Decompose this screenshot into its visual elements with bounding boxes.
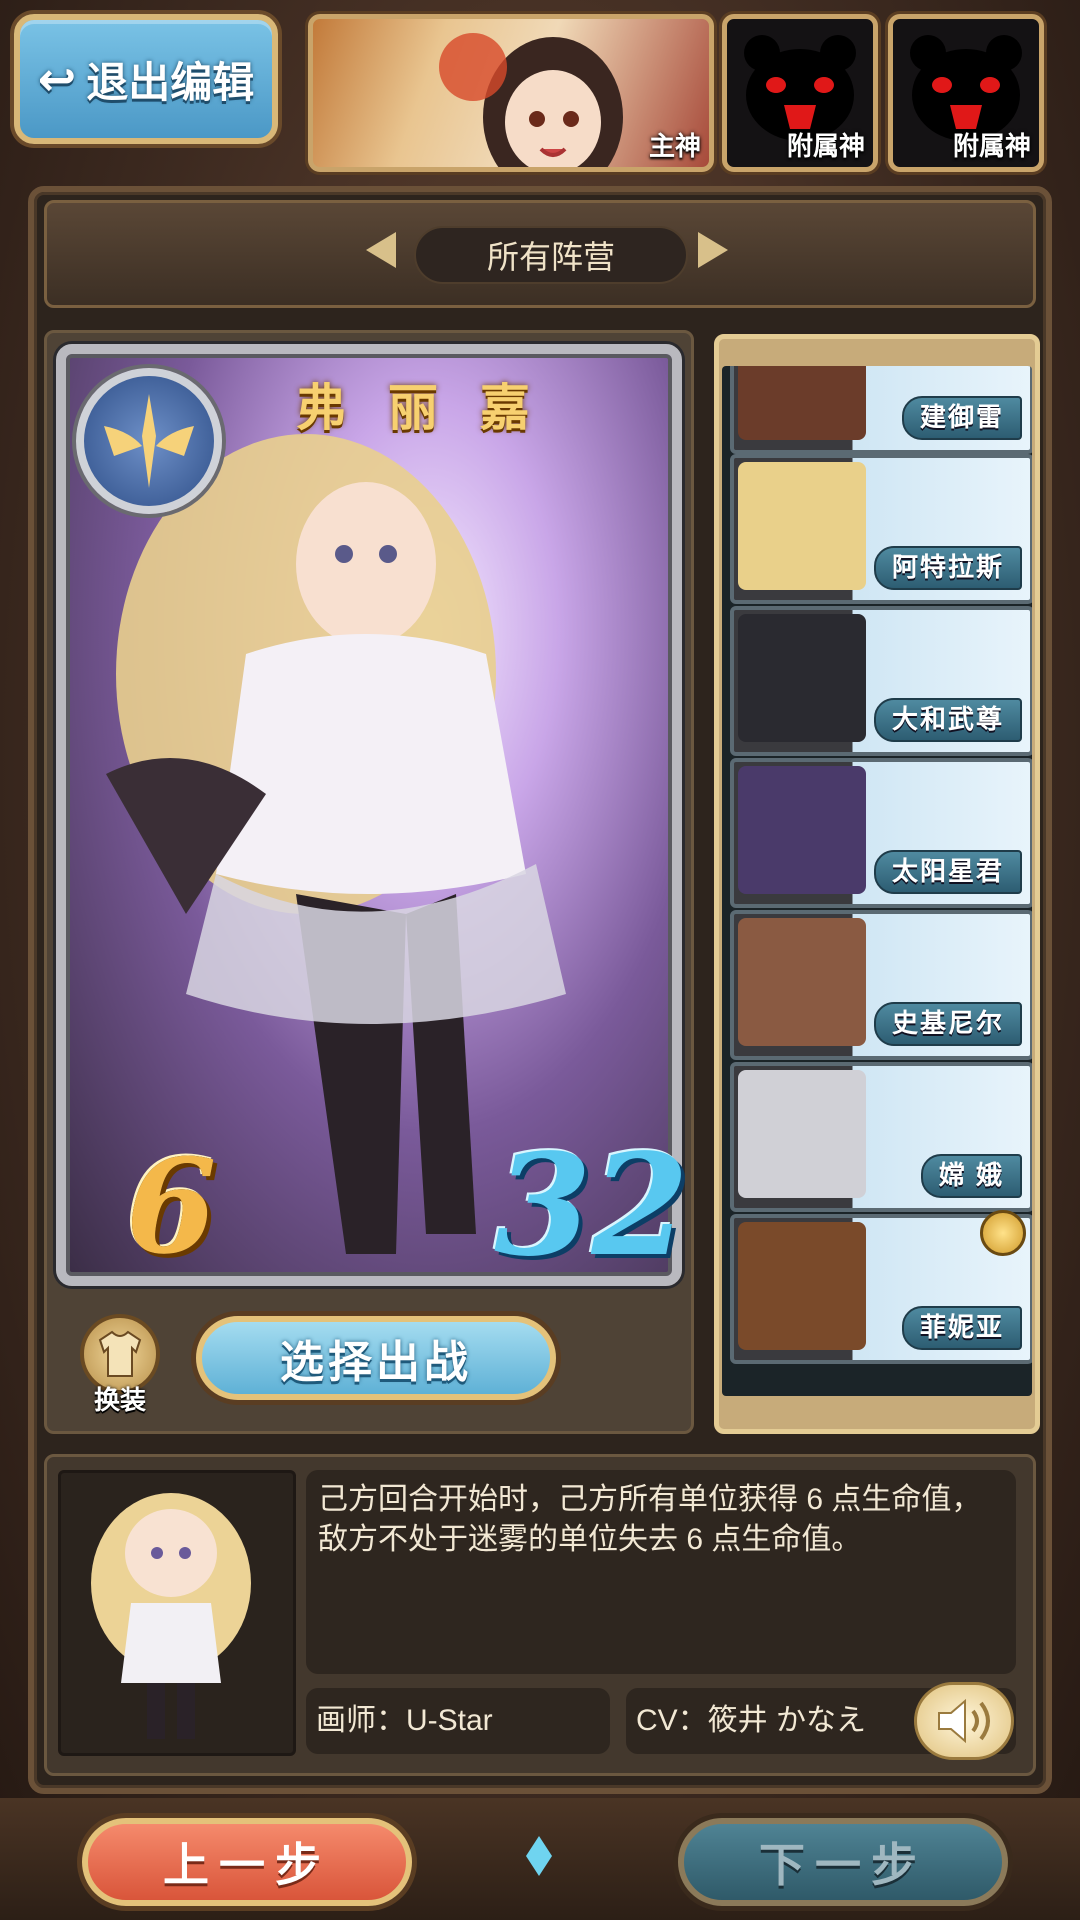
exit-edit-button[interactable]: ↩ 退出编辑 [14,14,278,144]
prev-step-button[interactable]: 上一步 [82,1818,412,1906]
sub-god-label-1: 附属神 [786,131,865,161]
select-battle-button[interactable]: 选择出战 [196,1316,556,1400]
hero-hp: 32 [494,1124,689,1288]
next-step-button[interactable]: 下一步 [678,1818,1008,1906]
list-item[interactable]: 大和武尊 [730,606,1032,756]
chibi-avatar [58,1470,296,1756]
speaker-icon[interactable] [914,1682,1014,1760]
hero-portrait [738,366,866,440]
list-item[interactable]: 史基尼尔 [730,910,1032,1060]
list-item[interactable]: 太阳星君 [730,758,1032,908]
main-god-label: 主神 [648,131,701,161]
hero-list-name: 史基尼尔 [873,1002,1022,1046]
hero-list-name: 太阳星君 [873,850,1022,894]
hero-list-name: 建御雷 [901,396,1022,440]
sub-god-label-2: 附属神 [952,131,1031,161]
sub-god-slot-2[interactable]: 附属神 [888,14,1044,172]
faction-prev-arrow-icon[interactable] [366,232,396,268]
hero-portrait [738,614,866,742]
select-battle-label: 选择出战 [280,1338,472,1387]
prev-step-label: 上一步 [163,1839,331,1891]
sub-god-slot-1[interactable]: 附属神 [722,14,878,172]
main-god-slot[interactable]: 主神 [308,14,714,172]
exit-edit-label: 退出编辑 [86,58,255,106]
hero-portrait [738,766,866,894]
skin-available-icon [980,1210,1026,1256]
faction-label: 所有阵营 [486,239,615,275]
next-step-label: 下一步 [759,1839,927,1891]
outfit-label: 换装 [93,1385,146,1415]
artist-credit: 画师：U-Star [306,1688,610,1754]
hero-name: 弗 丽 嘉 [296,380,544,436]
list-item[interactable]: 建御雷 [730,366,1032,454]
hero-list-name: 嫦 娥 [920,1154,1022,1198]
hero-portrait [738,1222,866,1350]
hero-list-name: 大和武尊 [873,698,1022,742]
hero-list-name: 菲妮亚 [901,1306,1022,1350]
list-item[interactable]: 嫦 娥 [730,1062,1032,1212]
faction-next-arrow-icon[interactable] [698,232,728,268]
skill-description: 己方回合开始时，己方所有单位获得 6 点生命值，敌方不处于迷雾的单位失去 6 点… [306,1470,1016,1674]
faction-selector[interactable]: 所有阵营 [414,226,688,284]
hero-portrait [738,462,866,590]
back-arrow-icon: ↩ [37,53,77,105]
faction-emblem-icon [76,368,222,514]
list-item[interactable]: 阿特拉斯 [730,454,1032,604]
hero-list-name: 阿特拉斯 [873,546,1022,590]
main-god-portrait [439,33,623,167]
hero-cost: 6 [126,1130,217,1283]
hero-portrait [738,918,866,1046]
hero-portrait [738,1070,866,1198]
